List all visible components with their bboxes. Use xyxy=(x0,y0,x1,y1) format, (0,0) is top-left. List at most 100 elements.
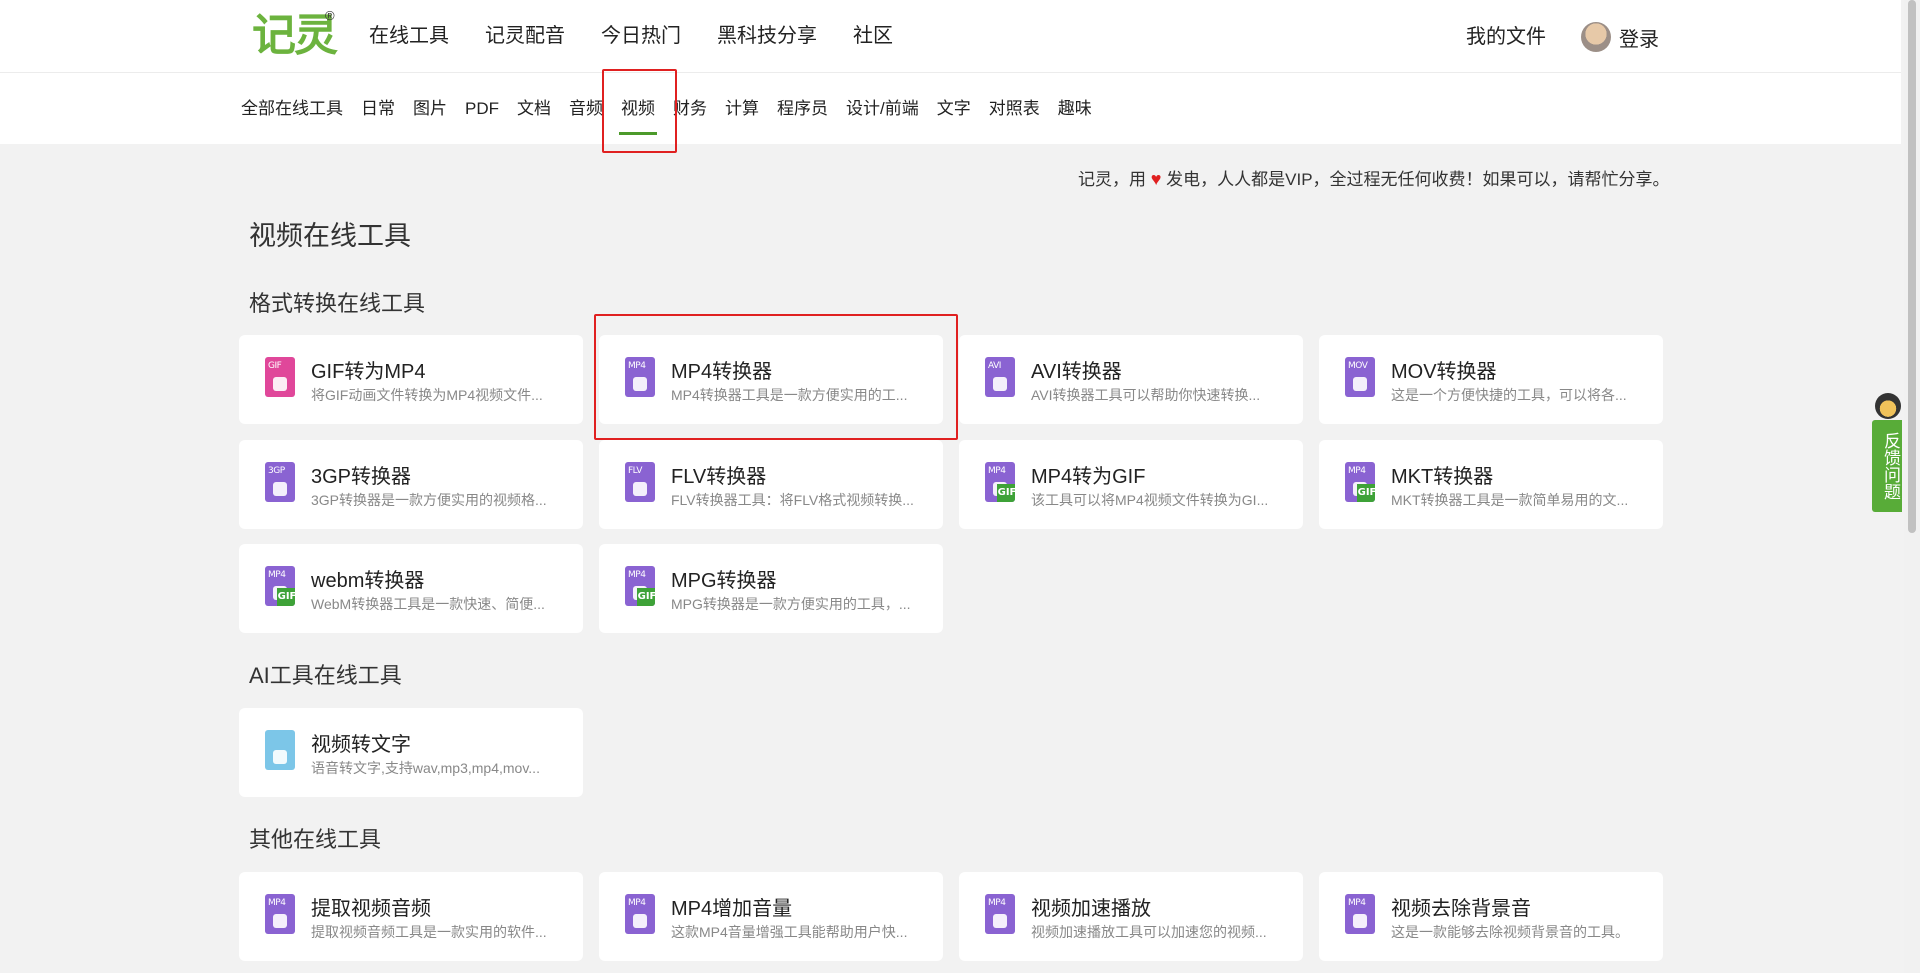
tool-card-title: 视频去除背景音 xyxy=(1391,898,1531,920)
tool-card[interactable]: MP4 GIF webm转换器 WebM转换器工具是一款快速、简便... xyxy=(239,544,583,633)
tool-card-desc: 这款MP4音量增强工具能帮助用户快... xyxy=(671,924,908,940)
site-logo[interactable]: 记灵 ® xyxy=(252,8,338,62)
avi-file-icon: AVI xyxy=(985,357,1015,397)
nav-online-tools[interactable]: 在线工具 xyxy=(369,22,449,50)
notice-text: 记灵，用 ♥ 发电，人人都是VIP，全过程无任何收费！如果可以，请帮忙分享。 xyxy=(1078,165,1670,190)
tool-card[interactable]: MP4 提取视频音频 提取视频音频工具是一款实用的软件... xyxy=(239,872,583,961)
tool-card-title: AVI转换器 xyxy=(1031,361,1122,383)
my-files-link[interactable]: 我的文件 xyxy=(1466,23,1546,51)
file-glyph xyxy=(633,914,647,928)
file-glyph xyxy=(1353,914,1367,928)
category-tab[interactable]: 文档 xyxy=(517,97,551,121)
file-glyph xyxy=(633,482,647,496)
tool-card[interactable]: GIF GIF转为MP4 将GIF动画文件转换为MP4视频文件... xyxy=(239,335,583,424)
nav-dubbing[interactable]: 记灵配音 xyxy=(485,22,565,50)
gif-badge: GIF xyxy=(1357,484,1375,502)
file-glyph xyxy=(273,914,287,928)
file-type-label: MP4 xyxy=(1348,898,1366,908)
category-tab[interactable]: 文字 xyxy=(937,97,971,121)
tool-card-desc: 提取视频音频工具是一款实用的软件... xyxy=(311,924,547,940)
section-title: 格式转换在线工具 xyxy=(249,291,426,316)
tool-card[interactable]: MOV MOV转换器这是一个方便快捷的工具，可以将各... xyxy=(1319,335,1663,424)
gif-badge: GIF xyxy=(277,588,295,606)
tool-card-title: MOV转换器 xyxy=(1391,361,1497,383)
file-type-label: GIF xyxy=(268,361,282,371)
nav-tech-share[interactable]: 黑科技分享 xyxy=(717,22,817,50)
extract-audio-icon: MP4 xyxy=(265,894,295,934)
tool-card-title: MP4转为GIF xyxy=(1031,466,1146,488)
speed-up-icon: MP4 xyxy=(985,894,1015,934)
category-tab[interactable]: 财务 xyxy=(673,97,707,121)
category-tab[interactable]: 设计/前端 xyxy=(846,97,919,121)
tool-card[interactable]: MP4 GIF MPG转换器 MPG转换器是一款方便实用的工具，... xyxy=(599,544,943,633)
category-tabs: 全部在线工具 日常 图片 PDF 文档 音频 视频 财务 计算 程序员 设计/前端 文字 对照表 趣味 xyxy=(241,97,1110,135)
tool-card-title: MP4转换器 xyxy=(671,361,773,383)
file-glyph xyxy=(273,482,287,496)
category-tab[interactable]: 全部在线工具 xyxy=(241,97,343,121)
nav-today-hot[interactable]: 今日热门 xyxy=(601,22,681,50)
feedback-button[interactable]: 反馈问题 xyxy=(1872,420,1902,512)
tool-card[interactable]: MP4 视频加速播放 视频加速播放工具可以加速您的视频... xyxy=(959,872,1303,961)
category-tab[interactable]: 视频 xyxy=(619,97,657,135)
login-link[interactable]: 登录 xyxy=(1619,23,1659,52)
tool-card-title: 视频加速播放 xyxy=(1031,898,1151,920)
mpg-file-icon: MP4 GIF xyxy=(625,566,655,606)
tool-card-title: 视频转文字 xyxy=(311,734,411,756)
section-title: 其他在线工具 xyxy=(249,827,382,852)
tool-card[interactable]: 视频转文字语音转文字,支持wav,mp3,mp4,mov... xyxy=(239,708,583,797)
category-bar: 全部在线工具 日常 图片 PDF 文档 音频 视频 财务 计算 程序员 设计/前端 文字 对照表 趣味 xyxy=(0,73,1901,144)
gif-badge: GIF xyxy=(637,588,655,606)
file-type-label: MP4 xyxy=(268,898,286,908)
nav-community[interactable]: 社区 xyxy=(853,22,893,50)
gif-badge: GIF xyxy=(997,484,1015,502)
category-tab[interactable]: 音频 xyxy=(569,97,603,121)
file-glyph xyxy=(993,914,1007,928)
tool-card-desc: 3GP转换器是一款方便实用的视频格... xyxy=(311,492,547,508)
tool-card[interactable]: MP4 视频去除背景音 这是一款能够去除视频背景音的工具。 xyxy=(1319,872,1663,961)
file-glyph xyxy=(993,377,1007,391)
file-glyph xyxy=(633,377,647,391)
tool-card-title: MP4增加音量 xyxy=(671,898,793,920)
tool-card[interactable]: MP4 GIF MP4转为GIF 该工具可以将MP4视频文件转换为GI... xyxy=(959,440,1303,529)
mov-file-icon: MOV xyxy=(1345,357,1375,397)
category-tab[interactable]: PDF xyxy=(465,97,499,121)
tool-card[interactable]: MP4 GIF MKT转换器 MKT转换器工具是一款简单易用的文... xyxy=(1319,440,1663,529)
category-tab[interactable]: 计算 xyxy=(725,97,759,121)
file-type-label: MP4 xyxy=(628,361,646,371)
file-type-label: MP4 xyxy=(268,570,286,580)
notice-after: 发电，人人都是VIP，全过程无任何收费！如果可以，请帮忙分享。 xyxy=(1166,170,1670,189)
tool-card-title: FLV转换器 xyxy=(671,466,767,488)
image-file-icon xyxy=(265,730,295,770)
mp4-gif-file-icon: MP4 GIF xyxy=(985,462,1015,502)
category-tab[interactable]: 对照表 xyxy=(989,97,1040,121)
file-type-label: MP4 xyxy=(628,570,646,580)
tool-card-desc: 这是一个方便快捷的工具，可以将各... xyxy=(1391,387,1627,403)
login-area[interactable]: 登录 xyxy=(1581,22,1659,52)
file-glyph xyxy=(273,377,287,391)
tool-card-desc: 语音转文字,支持wav,mp3,mp4,mov... xyxy=(311,760,540,776)
mkt-file-icon: MP4 GIF xyxy=(1345,462,1375,502)
tool-card-desc: WebM转换器工具是一款快速、简便... xyxy=(311,596,545,612)
feedback-mascot-icon[interactable] xyxy=(1875,393,1901,419)
logo-text: 记灵 xyxy=(252,10,338,61)
volume-up-icon: MP4 xyxy=(625,894,655,934)
tool-card-desc: AVI转换器工具可以帮助你快速转换... xyxy=(1031,387,1261,403)
tool-card-desc: 该工具可以将MP4视频文件转换为GI... xyxy=(1031,492,1269,508)
top-header: 记灵 ® 在线工具 记灵配音 今日热门 黑科技分享 社区 我的文件 登录 xyxy=(0,0,1901,73)
file-type-label: 3GP xyxy=(268,466,285,476)
category-tab[interactable]: 趣味 xyxy=(1058,97,1092,121)
tool-card[interactable]: AVI AVI转换器 AVI转换器工具可以帮助你快速转换... xyxy=(959,335,1303,424)
avatar[interactable] xyxy=(1581,22,1611,52)
tool-card[interactable]: 3GP 3GP转换器 3GP转换器是一款方便实用的视频格... xyxy=(239,440,583,529)
scrollbar-thumb[interactable] xyxy=(1908,0,1916,533)
webm-file-icon: MP4 GIF xyxy=(265,566,295,606)
tool-card[interactable]: FLV FLV转换器 FLV转换器工具：将FLV格式视频转换... xyxy=(599,440,943,529)
category-tab[interactable]: 程序员 xyxy=(777,97,828,121)
file-glyph xyxy=(1353,377,1367,391)
category-tab[interactable]: 图片 xyxy=(413,97,447,121)
tool-card[interactable]: MP4 MP4增加音量这款MP4音量增强工具能帮助用户快... xyxy=(599,872,943,961)
tool-card-title: MKT转换器 xyxy=(1391,466,1494,488)
tool-card[interactable]: MP4 MP4转换器 MP4转换器工具是一款方便实用的工... xyxy=(599,335,943,424)
category-tab[interactable]: 日常 xyxy=(361,97,395,121)
right-nav: 我的文件 登录 xyxy=(1466,22,1659,52)
